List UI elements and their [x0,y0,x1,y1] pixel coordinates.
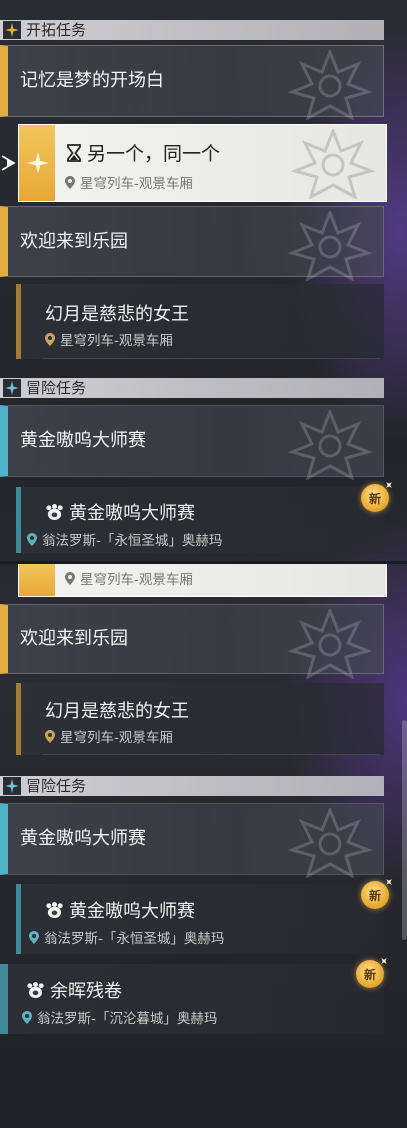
crest-decoration-icon [285,609,375,679]
sub-quest-location-wrap: 星穹列车-观景车厢 [45,726,173,746]
new-badge: 新 [361,484,389,512]
quest-row-welcome[interactable]: 欢迎来到乐园 [0,604,384,674]
sub-quest-row-golden-awoo[interactable]: 黄金嗷呜大师赛 翁法罗斯-「永恒圣城」奥赫玛 [16,884,384,954]
crest-decoration-icon [285,50,375,120]
active-quest-location: 星穹列车-观景车厢 [80,176,193,192]
divider [43,358,380,359]
section-header-adventure: 冒险任务 [0,776,384,796]
active-quest-location-wrap: 星穹列车-观景车厢 [65,568,193,588]
divider [43,754,380,755]
section-title: 冒险任务 [26,379,87,397]
crest-decoration-icon [285,410,375,480]
quest-row-golden-awoo[interactable]: 黄金嗷呜大师赛 [0,803,384,875]
active-quest-title-wrap: 另一个，同一个 [67,139,220,166]
location-pin-icon [65,176,75,189]
location-pin-icon [45,333,55,346]
sub-quest-location-wrap: 翁法罗斯-「永恒圣城」奥赫玛 [29,927,224,947]
crest-decoration-icon [288,129,378,199]
quest-emblem-icon [27,152,49,174]
sub-quest-location: 星穹列车-观景车厢 [60,333,173,349]
sub-quest-location-wrap: 星穹列车-观景车厢 [45,329,173,349]
sub-quest-title: 余晖残卷 [50,981,122,1002]
quest-title: 黄金嗷呜大师赛 [20,430,146,451]
active-quest-title: 另一个，同一个 [87,143,221,165]
new-badge: 新 [356,960,384,988]
crest-decoration-icon [285,211,375,281]
section-header-adventure: 冒险任务 [0,378,384,398]
sub-quest-row-golden-awoo[interactable]: 黄金嗷呜大师赛 翁法罗斯-「永恒圣城」奥赫玛 [16,487,384,553]
sub-quest-row-afterglow[interactable]: 余晖残卷 翁法罗斯-「沉沦暮城」奥赫玛 [0,964,384,1034]
adventure-mission-icon [3,777,21,795]
quest-row-golden-awoo[interactable]: 黄金嗷呜大师赛 [0,405,384,477]
sub-quest-title: 幻月是慈悲的女王 [45,304,189,325]
sub-quest-location-wrap: 翁法罗斯-「沉沦暮城」奥赫玛 [22,1007,217,1027]
quest-title: 欢迎来到乐园 [20,628,128,649]
crest-decoration-icon [285,808,375,878]
paw-icon [45,902,64,919]
active-quest-marker [19,125,55,201]
active-quest-card-partial[interactable]: 星穹列车-观景车厢 [18,564,387,597]
sub-quest-title: 黄金嗷呜大师赛 [69,503,195,524]
section-title: 开拓任务 [26,21,87,39]
selected-arrow-icon [0,154,18,172]
quest-row-welcome[interactable]: 欢迎来到乐园 [0,206,384,277]
active-quest-location-wrap: 星穹列车-观景车厢 [65,172,193,192]
hourglass-icon [67,144,81,162]
quest-row-memory[interactable]: 记忆是梦的开场白 [0,45,384,117]
active-quest-location: 星穹列车-观景车厢 [80,572,193,588]
trailblaze-mission-icon [3,21,21,39]
active-quest-card[interactable]: 另一个，同一个 星穹列车-观景车厢 [18,124,387,202]
paw-icon [26,982,45,999]
paw-icon [45,504,64,521]
scrollbar[interactable] [402,720,407,940]
location-pin-icon [27,533,37,546]
location-pin-icon [22,1011,32,1024]
adventure-mission-icon [3,379,21,397]
section-title: 冒险任务 [26,777,87,795]
sub-quest-title-wrap: 黄金嗷呜大师赛 [45,499,195,525]
sub-quest-title-wrap: 黄金嗷呜大师赛 [45,897,195,923]
sub-quest-location: 翁法罗斯-「永恒圣城」奥赫玛 [44,931,225,947]
sub-quest-location: 翁法罗斯-「永恒圣城」奥赫玛 [42,533,223,549]
sub-quest-title-wrap: 余晖残卷 [26,977,122,1003]
sub-quest-location-wrap: 翁法罗斯-「永恒圣城」奥赫玛 [27,529,222,549]
sub-quest-title: 黄金嗷呜大师赛 [69,901,195,922]
sub-quest-location: 星穹列车-观景车厢 [60,730,173,746]
sub-quest-location: 翁法罗斯-「沉沦暮城」奥赫玛 [37,1011,218,1027]
quest-title: 欢迎来到乐园 [20,230,128,252]
location-pin-icon [29,931,39,944]
quest-title: 记忆是梦的开场白 [20,70,164,91]
sub-quest-row-moon[interactable]: 幻月是慈悲的女王 星穹列车-观景车厢 [16,284,384,359]
section-header-trailblaze: 开拓任务 [0,20,384,40]
location-pin-icon [65,572,75,585]
new-badge: 新 [361,881,389,909]
sub-quest-title: 幻月是慈悲的女王 [45,701,189,722]
quest-title: 黄金嗷呜大师赛 [20,828,146,849]
location-pin-icon [45,730,55,743]
active-quest-marker [19,564,55,596]
sub-quest-row-moon[interactable]: 幻月是慈悲的女王 星穹列车-观景车厢 [16,683,384,755]
